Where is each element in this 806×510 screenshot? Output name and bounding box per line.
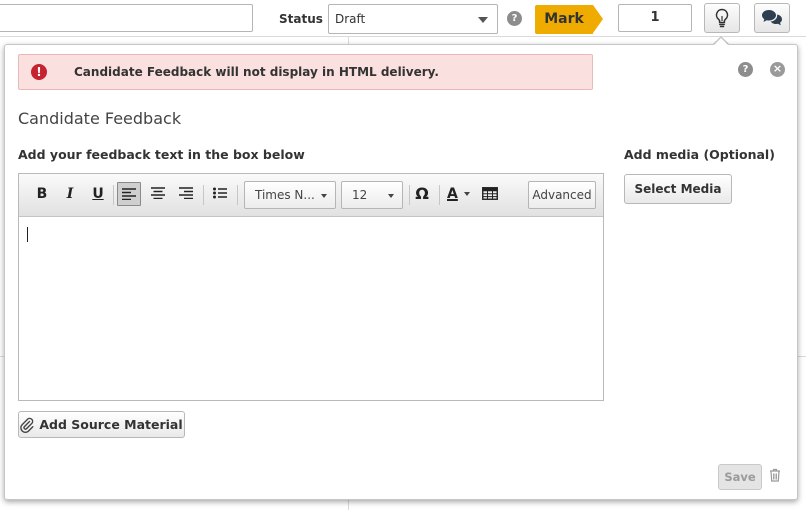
editor-toolbar: B I U Times N... 12 Ω A Advanced	[19, 174, 603, 217]
mark-input[interactable]: 1	[618, 4, 692, 32]
add-source-material-button[interactable]: Add Source Material	[18, 411, 185, 438]
status-select-value: Draft	[335, 12, 366, 26]
advanced-button[interactable]: Advanced	[528, 181, 596, 209]
special-character-button[interactable]: Ω	[410, 182, 434, 206]
align-center-icon	[151, 187, 165, 200]
speech-bubbles-icon	[762, 10, 782, 26]
toolbar-separator	[113, 185, 114, 205]
html-delivery-alert: ! Candidate Feedback will not display in…	[18, 54, 593, 90]
text-cursor	[27, 227, 28, 242]
font-family-value: Times N...	[255, 188, 315, 202]
font-size-value: 12	[352, 188, 368, 202]
status-label: Status :	[279, 12, 332, 26]
underline-button[interactable]: U	[86, 182, 110, 206]
save-button[interactable]: Save	[718, 464, 762, 490]
align-right-button[interactable]	[174, 182, 198, 206]
add-media-label: Add media (Optional)	[624, 147, 775, 162]
align-right-icon	[179, 187, 193, 200]
align-left-icon	[122, 188, 136, 201]
delete-button[interactable]	[769, 467, 783, 483]
font-family-select[interactable]: Times N...	[244, 181, 336, 209]
italic-button[interactable]: I	[58, 182, 82, 206]
status-help-icon[interactable]: ?	[507, 11, 522, 26]
chevron-down-icon	[321, 194, 327, 198]
add-source-material-label: Add Source Material	[39, 417, 183, 432]
title-input[interactable]	[0, 4, 253, 32]
mark-tag: Mark	[535, 5, 603, 34]
trash-icon	[770, 468, 780, 482]
toolbar-separator	[439, 185, 440, 205]
status-select[interactable]: Draft	[328, 4, 498, 34]
bg-divider	[0, 36, 806, 37]
toolbar-separator	[237, 185, 238, 205]
text-color-icon: A	[447, 186, 458, 202]
paperclip-icon	[20, 417, 34, 433]
chevron-down-icon	[478, 17, 488, 23]
font-size-select[interactable]: 12	[341, 181, 403, 209]
exclamation-icon: !	[31, 64, 47, 80]
panel-pointer-inner	[713, 38, 729, 46]
feedback-editor: B I U Times N... 12 Ω A Advanced	[18, 173, 604, 401]
insert-table-button[interactable]	[478, 182, 502, 206]
chevron-down-icon	[388, 194, 394, 198]
chevron-down-icon	[464, 192, 471, 196]
panel-help-icon[interactable]: ?	[738, 62, 753, 77]
table-icon	[482, 187, 498, 200]
bullet-list-button[interactable]	[208, 182, 232, 206]
bg-divider	[798, 356, 806, 357]
alert-message: Candidate Feedback will not display in H…	[74, 65, 439, 79]
text-color-button[interactable]: A	[443, 182, 473, 206]
comments-button[interactable]	[754, 3, 790, 33]
hint-button[interactable]	[704, 3, 740, 33]
feedback-text-label: Add your feedback text in the box below	[18, 147, 305, 162]
feedback-text-area[interactable]	[19, 217, 603, 400]
close-icon[interactable]: ×	[770, 62, 785, 77]
bold-button[interactable]: B	[30, 182, 54, 206]
select-media-button[interactable]: Select Media	[624, 174, 732, 204]
align-left-button[interactable]	[117, 182, 141, 206]
align-center-button[interactable]	[146, 182, 170, 206]
lightbulb-icon	[715, 8, 729, 28]
toolbar-separator	[203, 185, 204, 205]
bullet-list-icon	[213, 187, 227, 199]
panel-title: Candidate Feedback	[18, 109, 182, 128]
